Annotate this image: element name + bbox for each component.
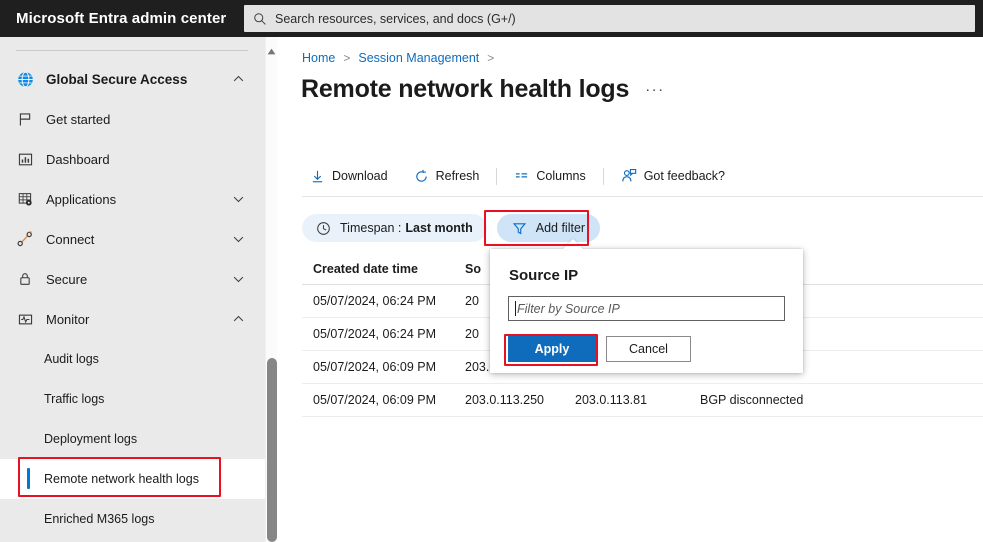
apply-button[interactable]: Apply bbox=[508, 336, 596, 362]
sidebar-item-label: Audit logs bbox=[44, 352, 99, 366]
cell-source-ip: 203.0.113.250 bbox=[465, 393, 545, 407]
sidebar-item-label: Applications bbox=[46, 191, 117, 207]
command-bar-rule bbox=[302, 196, 983, 197]
filter-row: Timespan : Last month Add filter bbox=[302, 214, 601, 242]
breadcrumb-separator: > bbox=[487, 51, 495, 65]
breadcrumb-item-home[interactable]: Home bbox=[302, 51, 335, 65]
global-search-placeholder: Search resources, services, and docs (G+… bbox=[275, 11, 516, 26]
more-actions-button[interactable]: ··· bbox=[645, 82, 665, 97]
monitor-pulse-icon bbox=[14, 308, 36, 330]
download-label: Download bbox=[332, 169, 388, 183]
sidebar-item-label: Connect bbox=[46, 231, 95, 247]
source-ip-input[interactable]: Filter by Source IP bbox=[508, 296, 785, 321]
cell-created-date-time: 05/07/2024, 06:09 PM bbox=[313, 360, 437, 374]
timespan-value: Last month bbox=[405, 221, 473, 235]
sidebar-item-deployment-logs[interactable]: Deployment logs bbox=[0, 419, 265, 459]
cancel-button[interactable]: Cancel bbox=[606, 336, 691, 362]
breadcrumb-separator: > bbox=[343, 51, 351, 65]
sidebar-item-label: Traffic logs bbox=[44, 392, 105, 406]
cell-created-date-time: 05/07/2024, 06:09 PM bbox=[313, 393, 437, 407]
timespan-filter-pill[interactable]: Timespan : Last month bbox=[302, 214, 487, 242]
sidebar-item-dashboard[interactable]: Dashboard bbox=[0, 139, 265, 179]
table-row[interactable]: 05/07/2024, 06:09 PM 203.0.113.250 203.0… bbox=[302, 384, 983, 417]
cell-peer-ip: 203.0.113.81 bbox=[575, 393, 648, 407]
chevron-down-icon[interactable] bbox=[232, 233, 245, 246]
global-search-box[interactable]: Search resources, services, and docs (G+… bbox=[244, 5, 975, 32]
sidebar-item-traffic-logs[interactable]: Traffic logs bbox=[0, 379, 265, 419]
sidebar-item-global-secure-access[interactable]: Global Secure Access bbox=[0, 59, 265, 99]
sidebar-item-label: Deployment logs bbox=[44, 432, 138, 446]
applications-grid-icon bbox=[14, 188, 36, 210]
sidebar-scrollbar-track[interactable] bbox=[265, 37, 277, 542]
globe-icon bbox=[14, 68, 36, 90]
download-button[interactable]: Download bbox=[302, 161, 396, 191]
refresh-icon bbox=[414, 169, 429, 184]
command-bar: Download Refresh Columns Got feedback? bbox=[302, 159, 982, 193]
flag-icon bbox=[14, 108, 36, 130]
add-filter-button[interactable]: Add filter bbox=[496, 214, 601, 242]
app-brand-title: Microsoft Entra admin center bbox=[16, 10, 227, 27]
chevron-up-icon[interactable] bbox=[232, 73, 245, 86]
text-caret bbox=[515, 301, 516, 316]
breadcrumb-item-session-management[interactable]: Session Management bbox=[358, 51, 479, 65]
connect-link-icon bbox=[14, 228, 36, 250]
command-separator bbox=[496, 167, 498, 185]
sidebar-item-label: Secure bbox=[46, 271, 88, 287]
cell-description: BGP disconnected bbox=[700, 393, 804, 407]
add-filter-label: Add filter bbox=[535, 221, 586, 235]
feedback-person-icon bbox=[621, 168, 637, 184]
page-title: Remote network health logs bbox=[301, 75, 630, 103]
search-icon bbox=[253, 12, 267, 26]
sidebar-item-label: Get started bbox=[46, 111, 111, 127]
sidebar-item-label: Dashboard bbox=[46, 151, 110, 167]
lock-icon bbox=[14, 268, 36, 290]
chevron-up-icon[interactable] bbox=[232, 313, 245, 326]
cell-created-date-time: 05/07/2024, 06:24 PM bbox=[313, 294, 437, 308]
got-feedback-label: Got feedback? bbox=[643, 169, 726, 183]
sidebar-item-remote-network-health-logs[interactable]: Remote network health logs bbox=[0, 459, 265, 499]
cell-created-date-time: 05/07/2024, 06:24 PM bbox=[313, 327, 437, 341]
sidebar-item-label: Monitor bbox=[46, 311, 90, 327]
funnel-icon bbox=[512, 221, 527, 236]
page-title-row: Remote network health logs ··· bbox=[301, 75, 665, 104]
sidebar-scrollbar-thumb[interactable] bbox=[267, 358, 277, 542]
columns-button[interactable]: Columns bbox=[506, 161, 593, 191]
top-app-bar: Microsoft Entra admin center Search reso… bbox=[0, 0, 983, 37]
columns-icon bbox=[514, 169, 529, 184]
callout-button-row: Apply Cancel bbox=[508, 336, 691, 362]
timespan-label: Timespan : bbox=[340, 221, 402, 235]
command-separator bbox=[602, 167, 604, 185]
column-header-created-date-time[interactable]: Created date time bbox=[302, 262, 465, 276]
scroll-up-arrow-icon[interactable] bbox=[267, 42, 276, 60]
chevron-down-icon[interactable] bbox=[232, 273, 245, 286]
callout-title: Source IP bbox=[509, 267, 579, 284]
sidebar-item-get-started[interactable]: Get started bbox=[0, 99, 265, 139]
nav-divider bbox=[16, 50, 248, 51]
sidebar-item-label: Remote network health logs bbox=[44, 472, 199, 486]
got-feedback-button[interactable]: Got feedback? bbox=[613, 161, 733, 191]
refresh-button[interactable]: Refresh bbox=[406, 161, 488, 191]
left-navigation: Global Secure Access Get started Dashboa… bbox=[0, 37, 265, 542]
chevron-down-icon[interactable] bbox=[232, 193, 245, 206]
sidebar-item-label: Enriched M365 logs bbox=[44, 512, 155, 526]
columns-label: Columns bbox=[536, 169, 586, 183]
sidebar-item-enriched-m365-logs[interactable]: Enriched M365 logs bbox=[0, 499, 265, 539]
callout-beak bbox=[562, 239, 584, 250]
refresh-label: Refresh bbox=[435, 169, 480, 183]
sidebar-item-connect[interactable]: Connect bbox=[0, 219, 265, 259]
sidebar-item-label: Global Secure Access bbox=[46, 71, 188, 87]
sidebar-item-audit-logs[interactable]: Audit logs bbox=[0, 339, 265, 379]
download-icon bbox=[310, 169, 325, 184]
clock-icon bbox=[316, 221, 331, 236]
source-ip-input-placeholder: Filter by Source IP bbox=[517, 301, 620, 316]
sidebar-item-secure[interactable]: Secure bbox=[0, 259, 265, 299]
sidebar-item-applications[interactable]: Applications bbox=[0, 179, 265, 219]
breadcrumb: Home > Session Management > bbox=[302, 51, 502, 65]
source-ip-filter-callout: Source IP Filter by Source IP Apply Canc… bbox=[490, 249, 803, 373]
dashboard-icon bbox=[14, 148, 36, 170]
sidebar-item-monitor[interactable]: Monitor bbox=[0, 299, 265, 339]
nav-list: Global Secure Access Get started Dashboa… bbox=[0, 59, 265, 539]
